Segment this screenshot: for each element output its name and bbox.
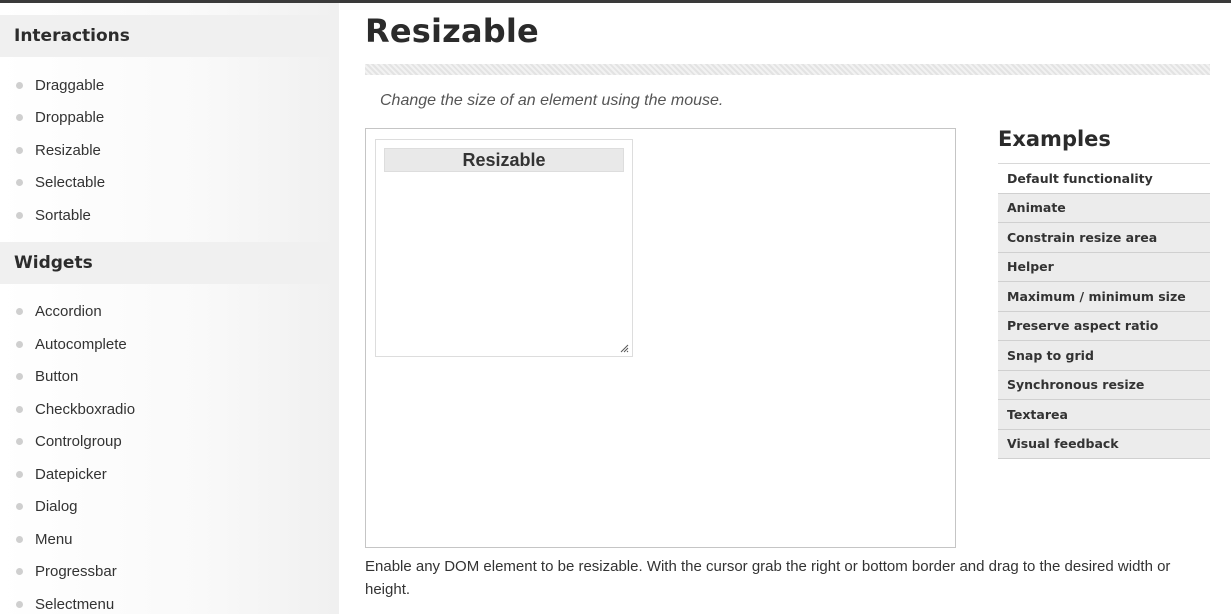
bullet-icon — [16, 179, 23, 187]
demo-frame: Resizable — [365, 128, 956, 548]
bullet-icon — [16, 438, 23, 446]
bullet-icon — [16, 600, 23, 608]
examples-list: Default functionality Animate Constrain re… — [998, 163, 1210, 459]
resizable-box-header: Resizable — [384, 148, 624, 172]
bullet-icon — [16, 308, 23, 316]
example-link-helper[interactable]: Helper — [998, 252, 1210, 282]
sidebar-item-progressbar[interactable]: Progressbar — [0, 556, 339, 589]
bullet-icon — [16, 568, 23, 576]
sidebar-item-label[interactable]: Menu — [35, 531, 73, 548]
sidebar-item-sortable[interactable]: Sortable — [0, 199, 339, 232]
bullet-icon — [16, 535, 23, 543]
sidebar-item-autocomplete[interactable]: Autocomplete — [0, 328, 339, 361]
sidebar-heading-interactions: Interactions — [0, 15, 339, 57]
sidebar-item-label[interactable]: Button — [35, 368, 78, 385]
sidebar-item-menu[interactable]: Menu — [0, 523, 339, 556]
example-link-animate[interactable]: Animate — [998, 193, 1210, 223]
sidebar-item-label[interactable]: Selectmenu — [35, 596, 114, 613]
sidebar-item-label[interactable]: Autocomplete — [35, 336, 127, 353]
example-link-synchronous-resize[interactable]: Synchronous resize — [998, 370, 1210, 400]
sidebar-heading-widgets: Widgets — [0, 241, 339, 284]
sidebar-item-label[interactable]: Accordion — [35, 303, 102, 320]
sidebar-item-datepicker[interactable]: Datepicker — [0, 458, 339, 491]
bullet-icon — [16, 405, 23, 413]
sidebar-item-selectmenu[interactable]: Selectmenu — [0, 588, 339, 614]
examples-heading: Examples — [998, 127, 1111, 151]
sidebar-item-draggable[interactable]: Draggable — [0, 69, 339, 102]
sidebar-item-label[interactable]: Resizable — [35, 142, 101, 159]
bullet-icon — [16, 470, 23, 478]
resize-handle-icon[interactable] — [620, 344, 629, 353]
bullet-icon — [16, 503, 23, 511]
sidebar-item-label[interactable]: Draggable — [35, 77, 104, 94]
bullet-icon — [16, 373, 23, 381]
sidebar-item-label[interactable]: Droppable — [35, 109, 104, 126]
sidebar-item-dialog[interactable]: Dialog — [0, 491, 339, 524]
sidebar-item-controlgroup[interactable]: Controlgroup — [0, 426, 339, 459]
page-title: Resizable — [365, 12, 539, 50]
example-link-snap-to-grid[interactable]: Snap to grid — [998, 341, 1210, 371]
bullet-icon — [16, 81, 23, 89]
sidebar-item-droppable[interactable]: Droppable — [0, 102, 339, 135]
example-link-maximum-minimum-size[interactable]: Maximum / minimum size — [998, 282, 1210, 312]
example-link-visual-feedback[interactable]: Visual feedback — [998, 429, 1210, 459]
sidebar-list-interactions: Draggable Droppable Resizable Selectable Sor… — [0, 57, 339, 242]
sidebar-item-selectable[interactable]: Selectable — [0, 167, 339, 200]
sidebar: Interactions Draggable Droppable Resizable… — [0, 3, 339, 614]
example-link-preserve-aspect-ratio[interactable]: Preserve aspect ratio — [998, 311, 1210, 341]
example-link-textarea[interactable]: Textarea — [998, 400, 1210, 430]
sidebar-item-accordion[interactable]: Accordion — [0, 296, 339, 329]
sidebar-item-label[interactable]: Progressbar — [35, 563, 117, 580]
sidebar-item-label[interactable]: Selectable — [35, 174, 105, 191]
sidebar-list-widgets: Accordion Autocomplete Button Checkboxradio… — [0, 284, 339, 614]
bullet-icon — [16, 211, 23, 219]
sidebar-item-label[interactable]: Checkboxradio — [35, 401, 135, 418]
demo-explanation: Enable any DOM element to be resizable. … — [365, 558, 1171, 598]
bullet-icon — [16, 340, 23, 348]
example-link-default-functionality[interactable]: Default functionality — [998, 164, 1210, 194]
resizable-box[interactable]: Resizable — [375, 139, 633, 357]
example-link-constrain-resize-area[interactable]: Constrain resize area — [998, 223, 1210, 253]
sidebar-item-label[interactable]: Controlgroup — [35, 433, 122, 450]
sidebar-item-resizable[interactable]: Resizable — [0, 134, 339, 167]
title-divider — [365, 64, 1210, 75]
sidebar-item-label[interactable]: Dialog — [35, 498, 78, 515]
sidebar-item-checkboxradio[interactable]: Checkboxradio — [0, 393, 339, 426]
page-description: Change the size of an element using the … — [380, 92, 724, 109]
sidebar-item-label[interactable]: Sortable — [35, 207, 91, 224]
sidebar-item-button[interactable]: Button — [0, 361, 339, 394]
sidebar-item-label[interactable]: Datepicker — [35, 466, 107, 483]
bullet-icon — [16, 146, 23, 154]
bullet-icon — [16, 114, 23, 122]
